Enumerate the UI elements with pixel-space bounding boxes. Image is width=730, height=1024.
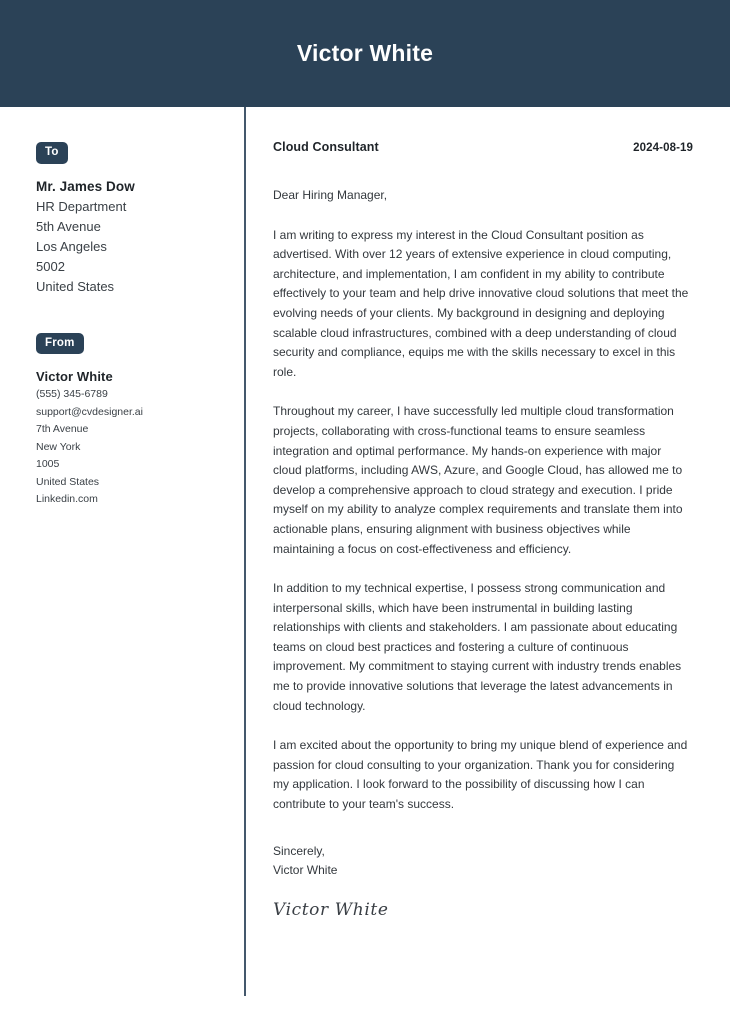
letter-paragraph: I am writing to express my interest in t… [273,227,689,379]
to-badge: To [36,142,68,164]
cover-letter-page: Victor White To Mr. James Dow HR Departm… [0,0,730,1024]
recipient-name: Mr. James Dow [36,178,135,194]
closing-name: Victor White [273,863,338,878]
recipient-line: HR Department [36,198,127,214]
letter-paragraph: I am excited about the opportunity to br… [273,738,688,812]
sender-section: From Victor White (555) 345-6789 support… [36,332,224,509]
letter-paragraph: Throughout my career, I have successfull… [273,404,683,556]
salutation: Dear Hiring Manager, [273,188,388,202]
recipient-line: Los Angeles [36,238,107,254]
job-title: Cloud Consultant [273,140,379,154]
sender-line: New York [36,440,81,453]
recipient-address: Mr. James Dow HR Department 5th Avenue L… [36,177,224,297]
signature: Victor White [273,899,389,920]
letter-header-row: Cloud Consultant 2024-08-19 [273,140,693,154]
sender-email: support@cvdesigner.ai [36,405,143,418]
sender-name: Victor White [36,369,113,384]
letter-paragraph: In addition to my technical expertise, I… [273,581,682,713]
document-header: Victor White [0,0,730,107]
sender-phone: (555) 345-6789 [36,388,108,400]
recipient-line: United States [36,278,115,294]
sender-line: 7th Avenue [36,423,89,435]
letter-date: 2024-08-19 [633,142,693,154]
sidebar: To Mr. James Dow HR Department 5th Avenu… [0,107,244,509]
from-badge: From [36,332,84,354]
sender-line: 1005 [36,458,60,470]
document-body: To Mr. James Dow HR Department 5th Avenu… [0,107,730,1024]
recipient-line: 5002 [36,258,65,274]
letter-content: Cloud Consultant 2024-08-19 Dear Hiring … [244,107,730,920]
closing-phrase: Sincerely, [273,843,325,858]
sender-line: United States [36,475,100,488]
sender-website: Linkedin.com [36,493,98,505]
recipient-line: 5th Avenue [36,218,101,234]
recipient-section: To Mr. James Dow HR Department 5th Avenu… [36,142,224,297]
page-title: Victor White [296,40,434,66]
sender-address: Victor White (555) 345-6789 support@cvde… [36,367,224,509]
letter-closing: Sincerely, Victor White [273,842,693,881]
